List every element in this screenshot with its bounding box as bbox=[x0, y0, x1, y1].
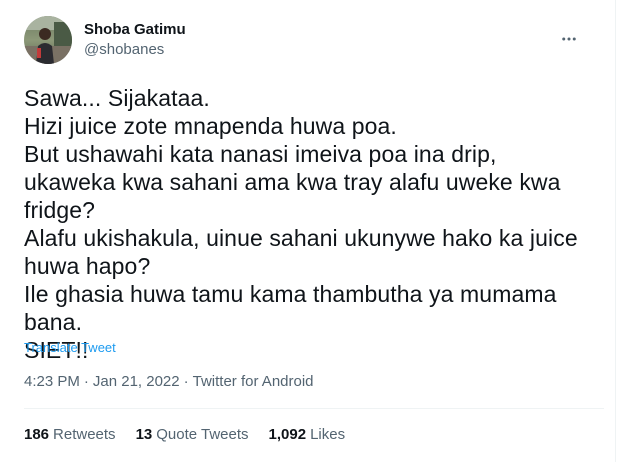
like-count: 1,092 bbox=[268, 426, 307, 443]
tweet-text: Sawa... Sijakataa. Hizi juice zote mnape… bbox=[24, 85, 578, 363]
tweet-header: Shoba Gatimu @shobanes bbox=[24, 16, 596, 64]
retweet-label: Retweets bbox=[53, 426, 116, 443]
avatar[interactable] bbox=[24, 16, 72, 64]
user-info: Shoba Gatimu @shobanes bbox=[84, 20, 186, 60]
translate-tweet-link[interactable]: Translate Tweet bbox=[24, 340, 116, 355]
more-options-button[interactable] bbox=[552, 22, 586, 56]
like-label: Likes bbox=[310, 426, 346, 443]
tweet-meta: 4:23 PM · Jan 21, 2022 · Twitter for And… bbox=[24, 373, 314, 390]
quote-tweets-stat[interactable]: 13 Quote Tweets bbox=[136, 426, 249, 443]
likes-stat[interactable]: 1,092 Likes bbox=[269, 426, 346, 443]
meta-separator: · bbox=[183, 373, 189, 390]
retweet-count: 186 bbox=[24, 426, 50, 443]
divider bbox=[24, 408, 604, 409]
tweet-stats: 186 Retweets 13 Quote Tweets 1,092 Likes bbox=[24, 426, 365, 443]
display-name[interactable]: Shoba Gatimu bbox=[84, 20, 186, 40]
quote-tweet-count: 13 bbox=[135, 426, 153, 443]
tweet-time[interactable]: 4:23 PM bbox=[24, 373, 80, 390]
tweet-source[interactable]: Twitter for Android bbox=[193, 373, 314, 390]
more-horizontal-icon bbox=[562, 37, 576, 41]
quote-tweet-label: Quote Tweets bbox=[156, 426, 249, 443]
tweet-card: Shoba Gatimu @shobanes Sawa... Sijakataa… bbox=[0, 0, 620, 462]
tweet-date[interactable]: Jan 21, 2022 bbox=[93, 373, 180, 390]
user-handle[interactable]: @shobanes bbox=[84, 40, 186, 60]
card-border bbox=[615, 0, 616, 462]
meta-separator: · bbox=[83, 373, 89, 390]
profile-photo-icon bbox=[24, 16, 72, 64]
retweets-stat[interactable]: 186 Retweets bbox=[24, 426, 116, 443]
